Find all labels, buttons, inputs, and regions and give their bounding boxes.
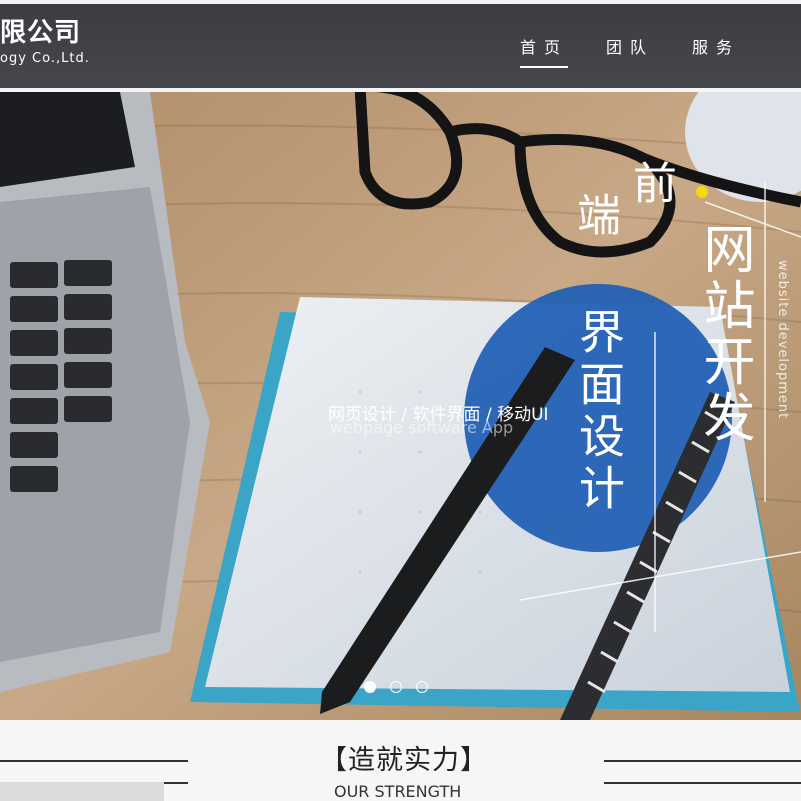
- divider-left-top: [0, 760, 188, 762]
- logo-en-text: ogy Co.,Ltd.: [0, 51, 90, 66]
- nav-item-services[interactable]: 服务: [692, 34, 740, 68]
- section-title: 【造就实力】: [320, 745, 488, 776]
- site-header: 限公司 ogy Co.,Ltd. 首页 团队 服务: [0, 4, 801, 88]
- strength-section: 【造就实力】 OUR STRENGTH: [0, 720, 801, 801]
- banner-text-ui-design: 界面设计: [572, 308, 626, 516]
- nav-item-team[interactable]: 团队: [606, 34, 654, 68]
- divider-right-bottom: [604, 782, 801, 784]
- banner-text-duan: 端: [569, 192, 620, 236]
- banner-slogan-en: webpage software App: [330, 418, 514, 437]
- banner-text-qian: 前: [625, 160, 676, 204]
- carousel-dot-1[interactable]: [364, 681, 376, 693]
- company-logo[interactable]: 限公司 ogy Co.,Ltd.: [0, 18, 90, 68]
- divider-right-top: [604, 760, 801, 762]
- nav-item-home[interactable]: 首页: [520, 34, 569, 68]
- main-nav: 首页 团队 服务: [520, 34, 778, 68]
- strength-card[interactable]: [0, 782, 164, 801]
- carousel-dot-3[interactable]: [416, 681, 428, 693]
- logo-cn-text: 限公司: [0, 18, 82, 48]
- hero-banner[interactable]: 网页设计 / 软件界面 / 移动UI webpage software App …: [0, 92, 801, 720]
- carousel-dots: [364, 681, 442, 693]
- page: 限公司 ogy Co.,Ltd. 首页 团队 服务 网页设计 / 软件界面 / …: [0, 0, 801, 801]
- carousel-dot-2[interactable]: [390, 681, 402, 693]
- banner-text-website-development: website development: [775, 260, 790, 420]
- section-subtitle: OUR STRENGTH: [334, 782, 462, 801]
- banner-text-web-dev: 网站开发: [694, 222, 754, 446]
